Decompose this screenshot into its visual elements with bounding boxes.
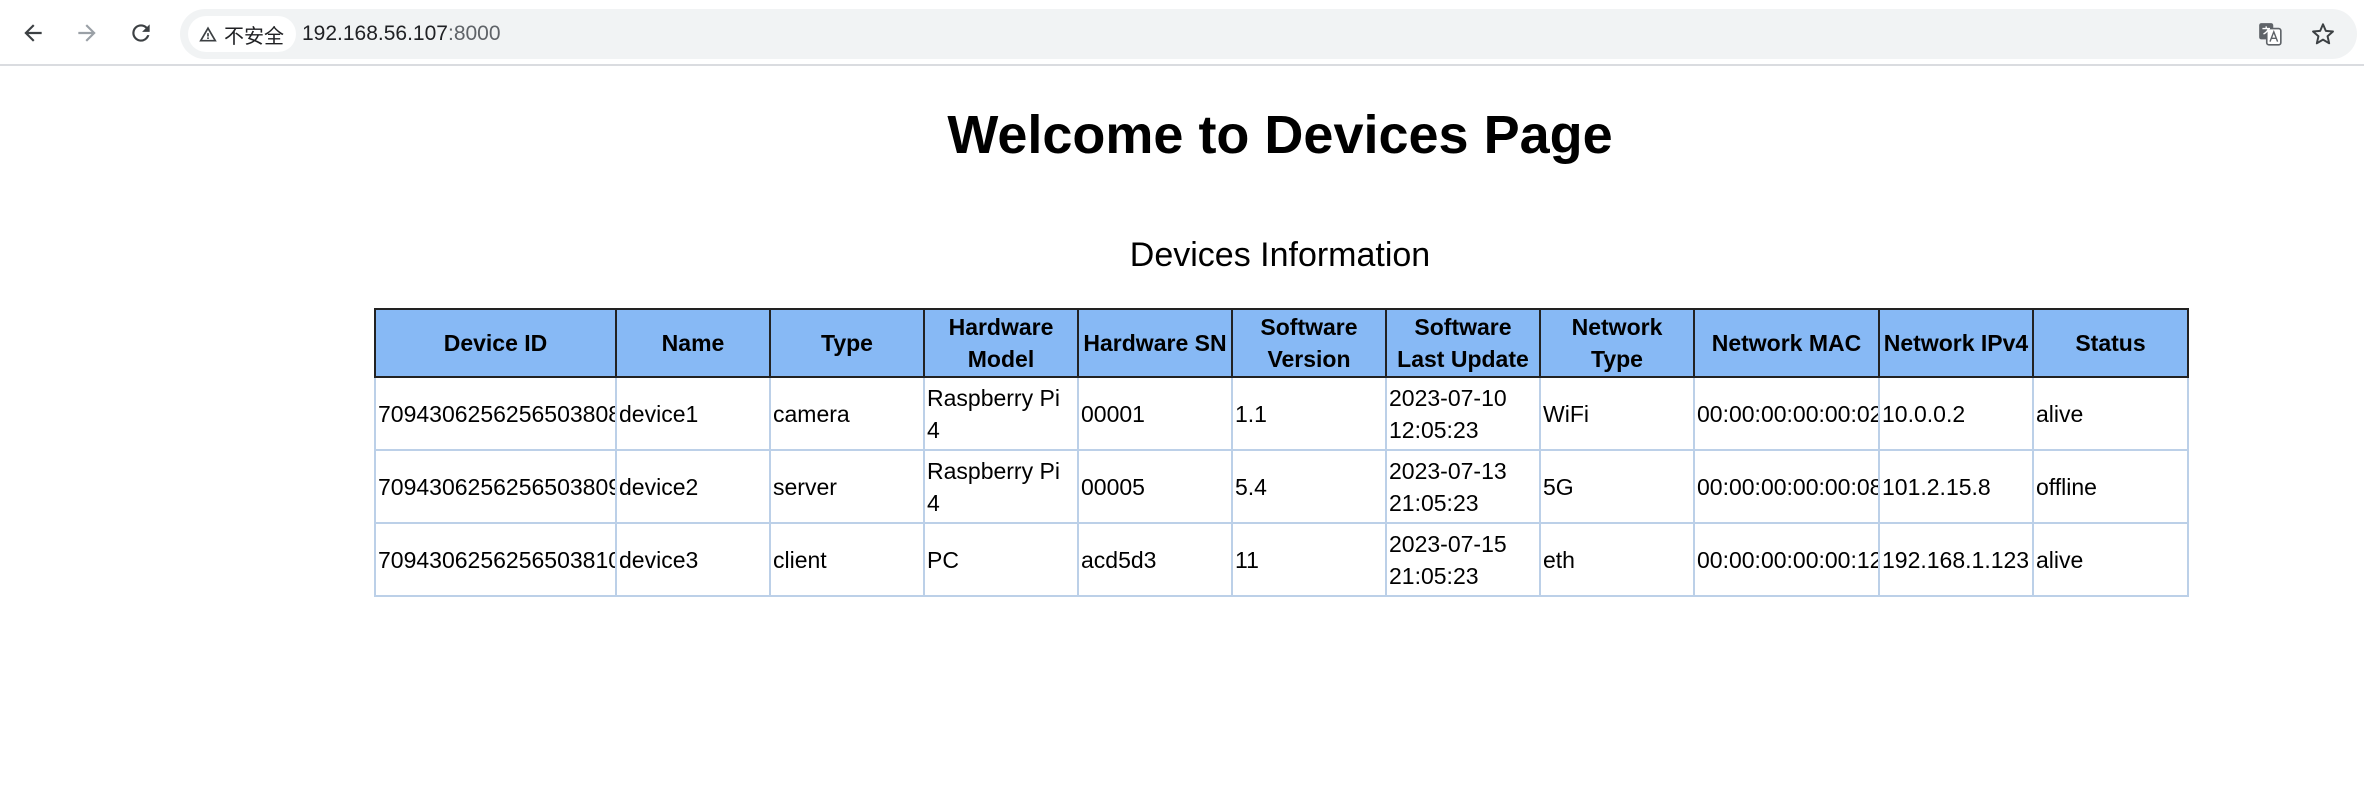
cell-type: server <box>769 449 925 524</box>
cell-software-version: 11 <box>1231 522 1387 597</box>
header-name: Name <box>615 308 771 378</box>
forward-button[interactable] <box>67 13 107 53</box>
warning-icon <box>199 26 217 42</box>
header-network-ipv4: Network IPv4 <box>1878 308 2034 378</box>
cell-name: device2 <box>615 449 771 524</box>
cell-status: offline <box>2032 449 2189 524</box>
cell-software-last-update: 2023-07-10 12:05:23 <box>1385 376 1541 451</box>
reload-button[interactable] <box>121 13 161 53</box>
cell-network-type: WiFi <box>1539 376 1695 451</box>
browser-toolbar: 不安全 192.168.56.107:8000 <box>0 0 2364 66</box>
arrow-left-icon <box>24 24 42 42</box>
header-type: Type <box>769 308 925 378</box>
back-button[interactable] <box>13 13 53 53</box>
cell-network-ipv4: 10.0.0.2 <box>1878 376 2034 451</box>
security-indicator[interactable]: 不安全 <box>188 16 296 52</box>
cell-type: client <box>769 522 925 597</box>
cell-software-version: 1.1 <box>1231 376 1387 451</box>
star-icon <box>2312 23 2334 45</box>
reload-icon <box>132 24 150 42</box>
cell-network-mac: 00:00:00:00:00:02 <box>1693 376 1880 451</box>
cell-hardware-model: PC <box>923 522 1079 597</box>
bookmark-button[interactable] <box>2307 18 2339 50</box>
header-device-id: Device ID <box>374 308 617 378</box>
cell-status: alive <box>2032 522 2189 597</box>
cell-hardware-sn: 00005 <box>1077 449 1233 524</box>
cell-type: camera <box>769 376 925 451</box>
cell-software-version: 5.4 <box>1231 449 1387 524</box>
header-hardware-sn: Hardware SN <box>1077 308 1233 378</box>
devices-table: Device ID Name Type Hardware Model Hardw… <box>374 308 2189 597</box>
cell-device-id: 7094306256256503809 <box>374 449 617 524</box>
cell-network-mac: 00:00:00:00:00:08 <box>1693 449 1880 524</box>
header-software-version: Software Version <box>1231 308 1387 378</box>
table-row: 7094306256256503810 device3 client PC ac… <box>374 522 2189 597</box>
cell-network-type: 5G <box>1539 449 1695 524</box>
section-title: Devices Information <box>1129 236 1431 274</box>
cell-network-mac: 00:00:00:00:00:12 <box>1693 522 1880 597</box>
cell-name: device1 <box>615 376 771 451</box>
table-row: 7094306256256503808 device1 camera Raspb… <box>374 376 2189 451</box>
cell-network-type: eth <box>1539 522 1695 597</box>
cell-network-ipv4: 101.2.15.8 <box>1878 449 2034 524</box>
cell-device-id: 7094306256256503808 <box>374 376 617 451</box>
table-header-row: Device ID Name Type Hardware Model Hardw… <box>374 308 2189 378</box>
header-network-type: Network Type <box>1539 308 1695 378</box>
cell-hardware-model: Raspberry Pi 4 <box>923 376 1079 451</box>
table-row: 7094306256256503809 device2 server Raspb… <box>374 449 2189 524</box>
header-software-last-update: Software Last Update <box>1385 308 1541 378</box>
url-host: 192.168.56.107 <box>302 22 448 45</box>
cell-hardware-sn: acd5d3 <box>1077 522 1233 597</box>
cell-hardware-sn: 00001 <box>1077 376 1233 451</box>
url-text[interactable]: 192.168.56.107:8000 <box>302 9 501 59</box>
header-network-mac: Network MAC <box>1693 308 1880 378</box>
cell-software-last-update: 2023-07-15 21:05:23 <box>1385 522 1541 597</box>
cell-network-ipv4: 192.168.1.123 <box>1878 522 2034 597</box>
header-status: Status <box>2032 308 2189 378</box>
url-port: :8000 <box>447 22 501 45</box>
header-hardware-model: Hardware Model <box>923 308 1079 378</box>
cell-status: alive <box>2032 376 2189 451</box>
security-label: 不安全 <box>224 25 284 48</box>
address-bar[interactable]: 不安全 192.168.56.107:8000 <box>180 9 2357 59</box>
page-title: Welcome to Devices Page <box>947 105 1613 165</box>
cell-device-id: 7094306256256503810 <box>374 522 617 597</box>
cell-software-last-update: 2023-07-13 21:05:23 <box>1385 449 1541 524</box>
translate-icon <box>2259 23 2282 46</box>
cell-name: device3 <box>615 522 771 597</box>
arrow-right-icon <box>78 24 96 42</box>
translate-button[interactable] <box>2254 18 2286 50</box>
cell-hardware-model: Raspberry Pi 4 <box>923 449 1079 524</box>
